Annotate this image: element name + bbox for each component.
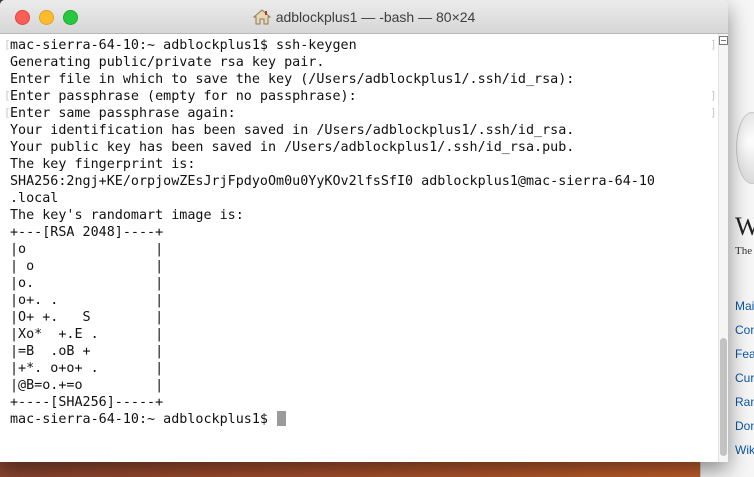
terminal-line: SHA256:2ngj+KE/orpjowZEsJrjFpdyoOm0u0YyK… [10, 174, 655, 189]
terminal-line: Enter passphrase (empty for no passphras… [10, 89, 357, 104]
split-pane-icon[interactable] [719, 36, 728, 45]
line-mark-icon: ] [710, 106, 717, 119]
terminal-window: adblockplus1 — -bash — 80×24 mac-sierra-… [0, 0, 728, 462]
randomart-line: |@B=o.+=o | [10, 378, 164, 393]
background-nav-link[interactable]: Con [735, 318, 754, 342]
terminal-line: .local [10, 191, 59, 206]
randomart-line: +---[RSA 2048]----+ [10, 225, 164, 240]
terminal-output[interactable]: mac-sierra-64-10:~ adblockplus1$ ssh-key… [0, 34, 718, 428]
terminal-line: Your identification has been saved in /U… [10, 123, 575, 138]
background-wiki-subtitle: The [735, 245, 753, 257]
scrollbar-thumb[interactable] [720, 338, 727, 456]
randomart-line: |O+ +. S | [10, 310, 164, 325]
randomart-line: |Xo* +.E . | [10, 327, 164, 342]
window-title-group: adblockplus1 — -bash — 80×24 [0, 0, 728, 33]
text-cursor [277, 411, 287, 426]
background-nav-link[interactable]: Mai [735, 294, 754, 318]
shell-prompt[interactable]: mac-sierra-64-10:~ adblockplus1$ [10, 411, 287, 427]
randomart-line: |=B .oB + | [10, 344, 164, 359]
line-mark-icon: [ [4, 89, 11, 102]
line-mark-icon: ] [710, 38, 717, 51]
randomart-line: |+*. o+o+ . | [10, 361, 164, 376]
randomart-line: +----[SHA256]-----+ [10, 395, 164, 410]
home-icon [252, 8, 272, 25]
line-mark-icon: ] [710, 89, 717, 102]
background-nav-link[interactable]: Don [735, 414, 754, 438]
terminal-line: Enter file in which to save the key (/Us… [10, 72, 575, 87]
randomart-line: |o. | [10, 276, 164, 291]
randomart-line: |o+. . | [10, 293, 164, 308]
randomart-line: |o | [10, 242, 164, 257]
terminal-line: mac-sierra-64-10:~ adblockplus1$ ssh-key… [10, 38, 357, 53]
terminal-content[interactable]: mac-sierra-64-10:~ adblockplus1$ ssh-key… [0, 34, 718, 462]
background-nav-link[interactable]: Cur [735, 366, 754, 390]
line-mark-icon: [ [4, 106, 11, 119]
background-nav-link[interactable]: Fea [735, 342, 754, 366]
terminal-line: Generating public/private rsa key pair. [10, 55, 325, 70]
title-bar[interactable]: adblockplus1 — -bash — 80×24 [0, 0, 728, 34]
terminal-line: Enter same passphrase again: [10, 106, 236, 121]
terminal-line: Your public key has been saved in /Users… [10, 140, 575, 155]
background-nav-link[interactable]: Wik [735, 438, 754, 462]
line-mark-icon: [ [4, 38, 11, 51]
terminal-line: The key fingerprint is: [10, 157, 196, 172]
background-wiki-title: W [735, 212, 754, 241]
window-title: adblockplus1 — -bash — 80×24 [275, 8, 476, 25]
randomart-line: | o | [10, 259, 164, 274]
prompt-text: mac-sierra-64-10:~ adblockplus1$ [10, 412, 277, 427]
background-wiki-nav: Mai Con Fea Cur Ran Don Wik [735, 294, 754, 462]
terminal-line: The key's randomart image is: [10, 208, 244, 223]
background-nav-link[interactable]: Ran [735, 390, 754, 414]
